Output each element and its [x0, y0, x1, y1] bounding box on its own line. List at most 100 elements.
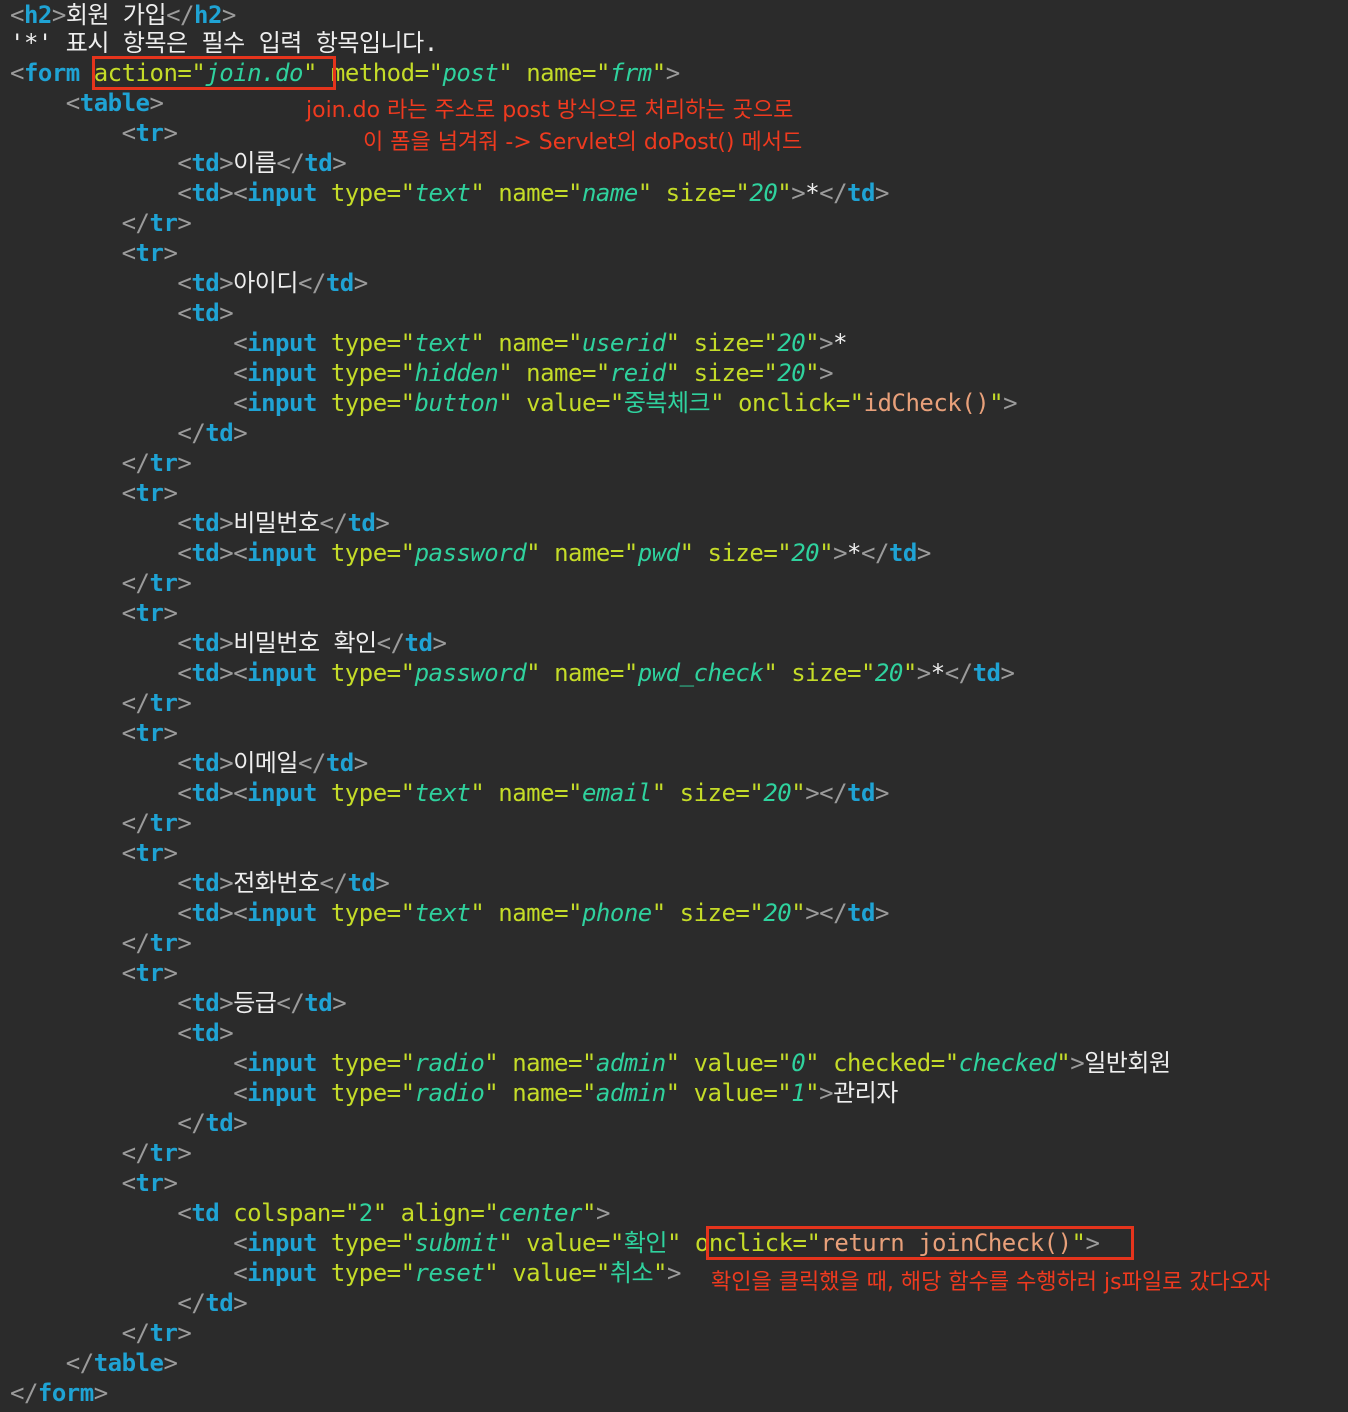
- code-line-12: <input type="text" name="userid" size="2…: [233, 329, 848, 357]
- size-value: 20: [763, 899, 792, 927]
- code-line-2: '*' 표시 항목은 필수 입력 항목입니다.: [10, 28, 438, 58]
- name-value: userid: [581, 329, 666, 357]
- code-line-36: <input type="radio" name="admin" value="…: [233, 1049, 1171, 1077]
- submit-onclick-highlight-box: [706, 1226, 1134, 1260]
- reset-value: 취소: [609, 1259, 654, 1287]
- type-value: text: [414, 899, 471, 927]
- code-line-40: <tr>: [121, 1169, 178, 1197]
- type-value: password: [414, 539, 527, 567]
- form-action-highlight-box: [92, 56, 336, 90]
- grade-label-text: 등급: [233, 989, 277, 1017]
- code-line-9: <tr>: [121, 239, 178, 267]
- code-line-5: <tr>: [121, 119, 178, 147]
- name-value: admin: [595, 1079, 666, 1107]
- code-line-19: <td><input type="password" name="pwd" si…: [177, 539, 931, 567]
- code-line-30: <td>전화번호</td>: [177, 869, 390, 897]
- code-line-16: </tr>: [121, 449, 192, 477]
- size-value: 20: [749, 179, 778, 207]
- code-editor[interactable]: <h2>회원 가입</h2> '*' 표시 항목은 필수 입력 항목입니다. <…: [0, 0, 1348, 1412]
- code-line-7: <td><input type="text" name="name" size=…: [177, 179, 889, 207]
- code-line-45: </tr>: [121, 1319, 192, 1347]
- code-line-24: </tr>: [121, 689, 192, 717]
- align-value: center: [498, 1199, 582, 1227]
- code-line-18: <td>비밀번호</td>: [177, 509, 390, 537]
- radio-value: 0: [791, 1049, 806, 1077]
- code-line-27: <td><input type="text" name="email" size…: [177, 779, 889, 807]
- asterisk-text: *: [833, 329, 848, 357]
- type-value: radio: [414, 1079, 485, 1107]
- code-line-44: </td>: [177, 1289, 248, 1317]
- code-line-21: <tr>: [121, 599, 178, 627]
- code-line-1: <h2>회원 가입</h2>: [10, 1, 236, 29]
- type-value: text: [414, 179, 471, 207]
- code-line-46: </table>: [65, 1349, 178, 1377]
- name-label-text: 이름: [233, 149, 277, 177]
- type-value: hidden: [414, 359, 499, 387]
- submit-annotation: 확인을 클릭했을 때, 해당 함수를 수행하러 js파일로 갔다오자: [711, 1270, 1271, 1295]
- code-line-32: </tr>: [121, 929, 192, 957]
- type-value: button: [414, 389, 499, 417]
- code-line-39: </tr>: [121, 1139, 192, 1167]
- type-value: password: [414, 659, 527, 687]
- size-value: 20: [791, 539, 820, 567]
- phone-label-text: 전화번호: [233, 869, 320, 897]
- pwd-label-text: 비밀번호: [233, 509, 320, 537]
- code-line-8: </tr>: [121, 209, 192, 237]
- code-line-14: <input type="button" value="중복체크" onclic…: [233, 389, 1018, 417]
- size-value: 20: [763, 779, 792, 807]
- code-line-15: </td>: [177, 419, 248, 447]
- type-value: reset: [414, 1259, 485, 1287]
- code-line-26: <td>이메일</td>: [177, 749, 368, 777]
- code-line-20: </tr>: [121, 569, 192, 597]
- userid-label-text: 아이디: [233, 269, 298, 297]
- name-value: phone: [581, 899, 652, 927]
- code-line-38: </td>: [177, 1109, 248, 1137]
- code-line-34: <td>등급</td>: [177, 989, 347, 1017]
- code-line-41: <td colspan="2" align="center">: [177, 1199, 610, 1227]
- code-line-13: <input type="hidden" name="reid" size="2…: [233, 359, 834, 387]
- size-value: 20: [777, 329, 806, 357]
- h2-text: 회원 가입: [65, 1, 167, 29]
- form-annotation-line-1: join.do 라는 주소로 post 방식으로 처리하는 곳으로: [306, 98, 794, 123]
- checked-value: checked: [958, 1049, 1057, 1077]
- name-value: name: [581, 179, 638, 207]
- radio-value: 1: [791, 1079, 806, 1107]
- code-line-17: <tr>: [121, 479, 178, 507]
- code-line-11: <td>: [177, 299, 234, 327]
- code-line-23: <td><input type="password" name="pwd_che…: [177, 659, 1015, 687]
- code-line-47: </form>: [10, 1379, 108, 1407]
- asterisk-text: *: [805, 179, 820, 207]
- code-line-4: <table>: [65, 89, 164, 117]
- form-method-value: post: [442, 59, 499, 87]
- code-line-31: <td><input type="text" name="phone" size…: [177, 899, 889, 927]
- submit-value: 확인: [623, 1229, 668, 1257]
- code-line-6: <td>이름</td>: [177, 149, 347, 177]
- code-line-37: <input type="radio" name="admin" value="…: [233, 1079, 898, 1107]
- code-line-10: <td>아이디</td>: [177, 269, 368, 297]
- type-value: radio: [414, 1049, 485, 1077]
- name-value: reid: [609, 359, 666, 387]
- code-line-43: <input type="reset" value="취소">: [233, 1259, 681, 1287]
- code-line-22: <td>비밀번호 확인</td>: [177, 629, 447, 657]
- asterisk-text: *: [847, 539, 861, 567]
- type-value: text: [414, 779, 471, 807]
- name-value: email: [581, 779, 652, 807]
- email-label-text: 이메일: [233, 749, 298, 777]
- size-value: 20: [777, 359, 806, 387]
- type-value: text: [414, 329, 471, 357]
- name-value: admin: [595, 1049, 666, 1077]
- name-value: pwd: [637, 539, 680, 567]
- code-line-25: <tr>: [121, 719, 178, 747]
- pwd-check-label-text: 비밀번호 확인: [233, 629, 377, 657]
- type-value: submit: [414, 1229, 499, 1257]
- onclick-value: idCheck(): [863, 389, 990, 417]
- radio-general-member-text: 일반회원: [1084, 1049, 1171, 1077]
- code-line-29: <tr>: [121, 839, 178, 867]
- form-name-value: frm: [609, 59, 652, 87]
- code-line-28: </tr>: [121, 809, 192, 837]
- dup-button-value: 중복체크: [623, 389, 711, 417]
- required-note-text: '*' 표시 항목은 필수 입력 항목입니다.: [10, 29, 438, 57]
- code-line-33: <tr>: [121, 959, 178, 987]
- form-annotation-line-2: 이 폼을 넘겨줘 -> Servlet의 doPost() 메서드: [363, 130, 803, 155]
- asterisk-text: *: [930, 659, 945, 687]
